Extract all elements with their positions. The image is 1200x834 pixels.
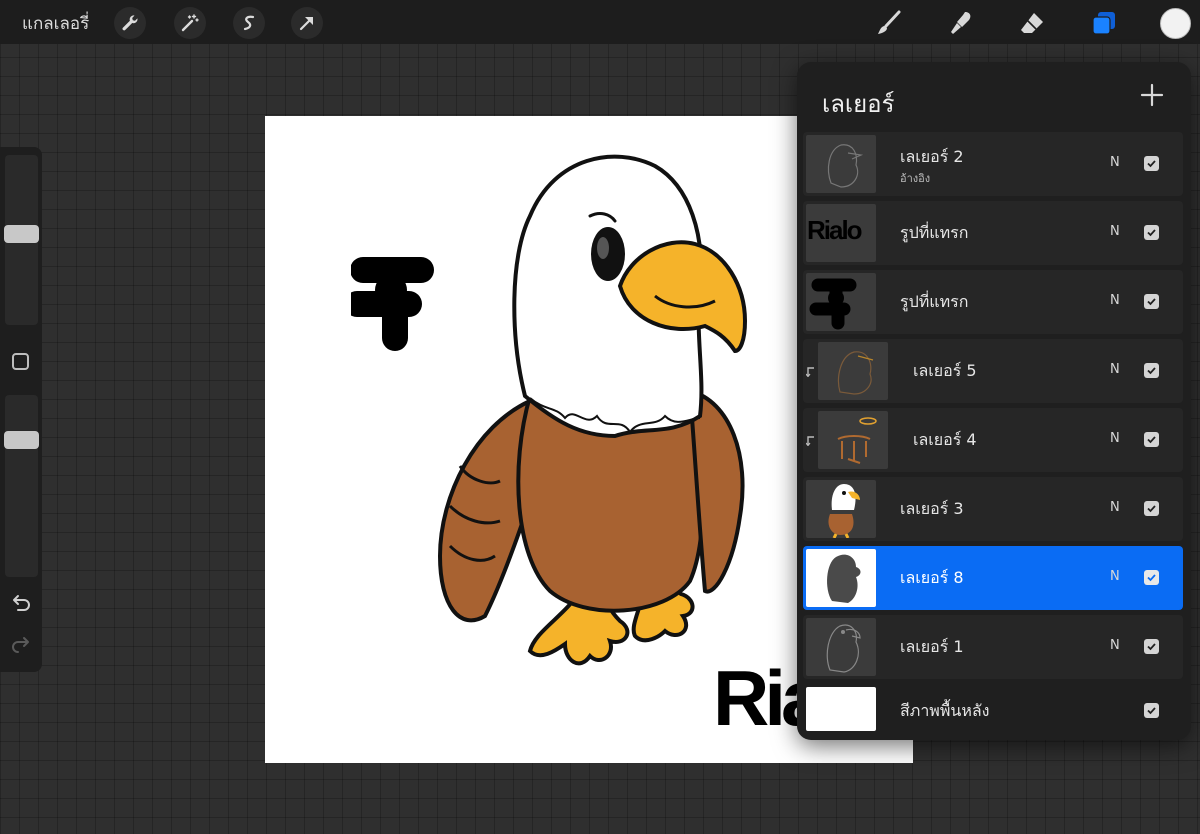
background-color-row[interactable]: สีภาพพื้นหลัง [803, 684, 1183, 736]
layer-name: เลเยอร์ 8 [900, 568, 964, 587]
layer-name: เลเยอร์ 5 [913, 361, 977, 380]
layers-panel: เลเยอร์ เลเยอร์ 2 อ้างอิง N Rialo รูปที่… [797, 62, 1191, 740]
layer-row[interactable]: เลเยอร์ 2 อ้างอิง N [803, 132, 1183, 196]
blend-mode-button[interactable]: N [1110, 362, 1120, 377]
opacity-handle[interactable] [4, 431, 39, 450]
gallery-button[interactable]: แกลเลอรี่ [22, 10, 89, 37]
blend-mode-button[interactable]: N [1110, 569, 1120, 584]
selection-icon [243, 15, 255, 31]
layer-name: สีภาพพื้นหลัง [900, 701, 990, 720]
adjustments-button[interactable] [174, 7, 206, 39]
check-icon [1147, 505, 1156, 513]
modify-button[interactable] [12, 353, 29, 370]
top-toolbar: แกลเลอรี่ [0, 0, 1200, 44]
layer-thumbnail: Rialo [806, 204, 876, 262]
layer-thumbnail [806, 549, 876, 607]
layer-name: เลเยอร์ 3 [900, 499, 964, 518]
selection-button[interactable] [233, 7, 265, 39]
brush-icon [878, 10, 901, 34]
layer-row[interactable]: Rialo รูปที่แทรก N [803, 201, 1183, 265]
layers-tool[interactable] [1089, 8, 1119, 38]
layer-thumbnail [806, 273, 876, 331]
check-icon [1147, 160, 1156, 168]
smudge-tool[interactable] [946, 8, 976, 38]
clipping-mask-icon [806, 436, 814, 446]
left-sidebar [0, 147, 42, 672]
eraser-tool[interactable] [1017, 8, 1047, 38]
layers-panel-title: เลเยอร์ [822, 90, 895, 118]
layer-thumbnail [806, 618, 876, 676]
blend-mode-button[interactable]: N [1110, 293, 1120, 308]
transform-button[interactable] [291, 7, 323, 39]
visibility-checkbox[interactable] [1144, 363, 1159, 378]
clipping-mask-icon [806, 367, 814, 377]
plus-icon[interactable] [1138, 81, 1166, 109]
brush-size-handle[interactable] [4, 224, 39, 243]
check-icon [1147, 643, 1156, 651]
undo-icon[interactable] [9, 591, 33, 615]
visibility-checkbox[interactable] [1144, 432, 1159, 447]
visibility-checkbox[interactable] [1144, 570, 1159, 585]
check-icon [1147, 367, 1156, 375]
visibility-checkbox[interactable] [1144, 156, 1159, 171]
visibility-checkbox[interactable] [1144, 703, 1159, 718]
transform-arrow-icon [299, 17, 313, 31]
layer-row[interactable]: เลเยอร์ 5 N [803, 339, 1183, 403]
layer-reference-label: อ้างอิง [900, 172, 931, 185]
actions-button[interactable] [114, 7, 146, 39]
blend-mode-button[interactable]: N [1110, 224, 1120, 239]
wrench-icon [122, 15, 138, 31]
layer-thumbnail [806, 480, 876, 538]
layer-name: เลเยอร์ 1 [900, 637, 964, 656]
layer-name: เลเยอร์ 4 [913, 430, 977, 449]
blend-mode-button[interactable]: N [1110, 155, 1120, 170]
layer-row-selected[interactable]: เลเยอร์ 8 N [803, 546, 1183, 610]
magic-wand-icon [181, 14, 199, 32]
check-icon [1147, 298, 1156, 306]
redo-icon[interactable] [9, 633, 33, 657]
check-icon [1147, 229, 1156, 237]
thumbnail-rialo-text: Rialo [807, 215, 863, 245]
background-color-swatch [806, 687, 876, 731]
visibility-checkbox[interactable] [1144, 225, 1159, 240]
smudge-icon [951, 12, 971, 34]
layer-name: เลเยอร์ 2 [900, 147, 964, 166]
layer-name: รูปที่แทรก [900, 223, 969, 242]
layer-row[interactable]: เลเยอร์ 3 N [803, 477, 1183, 541]
blend-mode-button[interactable]: N [1110, 638, 1120, 653]
blend-mode-button[interactable]: N [1110, 500, 1120, 515]
check-icon [1147, 436, 1156, 444]
layer-row[interactable]: เลเยอร์ 1 N [803, 615, 1183, 679]
layer-row[interactable]: เลเยอร์ 4 N [803, 408, 1183, 472]
brush-tool[interactable] [874, 8, 904, 38]
layer-thumbnail [818, 411, 888, 469]
blend-mode-button[interactable]: N [1110, 431, 1120, 446]
layer-thumbnail [806, 135, 876, 193]
layer-name: รูปที่แทรก [900, 292, 969, 311]
layers-icon [1092, 12, 1115, 35]
eraser-icon [1021, 13, 1043, 33]
eagle-illustration [437, 154, 748, 666]
opacity-slider[interactable] [5, 395, 38, 577]
layer-thumbnail [818, 342, 888, 400]
visibility-checkbox[interactable] [1144, 501, 1159, 516]
visibility-checkbox[interactable] [1144, 294, 1159, 309]
check-icon [1147, 574, 1156, 582]
check-icon [1147, 707, 1156, 715]
color-picker-button[interactable] [1160, 8, 1191, 39]
visibility-checkbox[interactable] [1144, 639, 1159, 654]
layer-row[interactable]: รูปที่แทรก N [803, 270, 1183, 334]
